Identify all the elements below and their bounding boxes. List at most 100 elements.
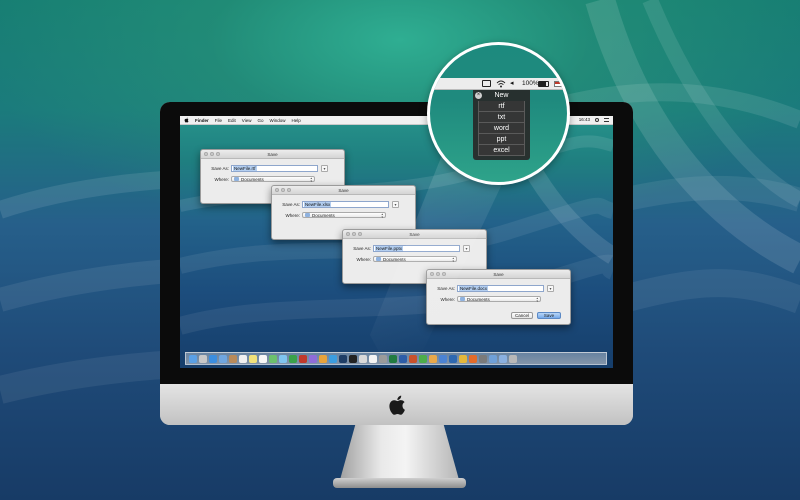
zoom-window-button[interactable] <box>358 232 362 236</box>
photo-booth-icon[interactable] <box>299 354 307 363</box>
launchpad-icon[interactable] <box>199 354 207 363</box>
powerpoint-icon[interactable] <box>409 354 417 363</box>
battery-icon[interactable] <box>538 81 549 87</box>
minimize-window-button[interactable] <box>352 232 356 236</box>
new-word-item[interactable]: word <box>478 123 525 134</box>
excel-icon[interactable] <box>389 354 397 363</box>
location-value: Documents <box>312 212 335 218</box>
close-window-button[interactable] <box>204 152 208 156</box>
ibooks-icon[interactable] <box>319 354 327 363</box>
mail-icon[interactable] <box>219 354 227 363</box>
photoshop-icon[interactable] <box>339 354 347 363</box>
save-dialog-docx: Save Save As: NewFile.docx ▾ Where: Docu… <box>426 269 571 325</box>
filename-field[interactable]: NewFile.xlsx <box>302 201 389 208</box>
utility-icon[interactable] <box>479 354 487 363</box>
menu-app-name[interactable]: Finder <box>195 118 209 123</box>
finder-icon[interactable] <box>189 354 197 363</box>
apple-logo-icon <box>389 395 405 415</box>
close-window-button[interactable] <box>430 272 434 276</box>
new-ppt-item[interactable]: ppt <box>478 134 525 145</box>
notes-icon[interactable] <box>249 354 257 363</box>
cancel-button[interactable]: Cancel <box>511 312 533 319</box>
itunes-icon[interactable] <box>309 354 317 363</box>
new-txt-item[interactable]: txt <box>478 112 525 123</box>
close-menu-icon[interactable]: × <box>475 92 482 99</box>
word-icon[interactable] <box>399 354 407 363</box>
minimize-window-button[interactable] <box>210 152 214 156</box>
firefox-icon[interactable] <box>469 354 477 363</box>
location-popup[interactable]: Documents ▴ ▾ <box>231 176 315 183</box>
terminal-icon[interactable] <box>349 354 357 363</box>
xcode-icon[interactable] <box>449 354 457 363</box>
where-label: Where: <box>214 176 229 182</box>
save-dialog-titlebar[interactable]: Save <box>272 186 415 195</box>
safari-icon[interactable] <box>209 354 217 363</box>
pages-icon[interactable] <box>429 354 437 363</box>
filename-field[interactable]: NewFile.rtf <box>231 165 318 172</box>
menu-window[interactable]: Window <box>270 118 286 123</box>
maps-icon[interactable] <box>269 354 277 363</box>
calendar-icon[interactable] <box>239 354 247 363</box>
location-popup[interactable]: Documents ▴ ▾ <box>457 296 541 303</box>
chrome-icon[interactable] <box>459 354 467 363</box>
documents-icon[interactable] <box>499 354 507 363</box>
facetime-icon[interactable] <box>289 354 297 363</box>
menu-file[interactable]: File <box>215 118 222 123</box>
filename-field[interactable]: NewFile.docx <box>457 285 544 292</box>
zoom-window-button[interactable] <box>287 188 291 192</box>
new-file-menu-header: × New <box>473 90 530 101</box>
new-file-menubar-icon[interactable] <box>482 80 491 87</box>
zoom-window-button[interactable] <box>216 152 220 156</box>
save-button[interactable]: Save <box>537 312 561 319</box>
volume-icon[interactable]: ◂ <box>510 79 514 87</box>
battery-percent: 100% <box>522 80 539 87</box>
numbers-icon[interactable] <box>419 354 427 363</box>
expand-dialog-button[interactable]: ▾ <box>321 165 328 172</box>
flag-icon[interactable] <box>554 81 562 87</box>
menu-clock[interactable]: 16:43 <box>579 117 590 122</box>
minimize-window-button[interactable] <box>281 188 285 192</box>
minimize-window-button[interactable] <box>436 272 440 276</box>
location-popup[interactable]: Documents ▴ ▾ <box>373 256 457 263</box>
wifi-icon[interactable] <box>496 80 506 88</box>
filename-value: NewFile.rtf <box>233 166 257 171</box>
window-controls <box>346 232 362 236</box>
zoom-window-button[interactable] <box>442 272 446 276</box>
new-rtf-item[interactable]: rtf <box>478 101 525 112</box>
contacts-icon[interactable] <box>229 354 237 363</box>
trash-icon[interactable] <box>509 354 517 363</box>
new-excel-item[interactable]: excel <box>478 145 525 156</box>
preview-icon[interactable] <box>359 354 367 363</box>
expand-dialog-button[interactable]: ▾ <box>463 245 470 252</box>
save-dialog-titlebar[interactable]: Save <box>343 230 486 239</box>
save-dialog-titlebar[interactable]: Save <box>427 270 570 279</box>
popup-arrows-icon: ▴ ▾ <box>381 212 383 219</box>
menu-view[interactable]: View <box>242 118 252 123</box>
menu-edit[interactable]: Edit <box>228 118 236 123</box>
menu-go[interactable]: Go <box>257 118 263 123</box>
messages-icon[interactable] <box>279 354 287 363</box>
textedit-icon[interactable] <box>369 354 377 363</box>
apple-menu-icon[interactable] <box>184 117 189 123</box>
save-dialog-titlebar[interactable]: Save <box>201 150 344 159</box>
window-title: Save <box>267 152 278 157</box>
reminders-icon[interactable] <box>259 354 267 363</box>
downloads-icon[interactable] <box>489 354 497 363</box>
system-preferences-icon[interactable] <box>379 354 387 363</box>
window-controls <box>430 272 446 276</box>
location-popup[interactable]: Documents ▴ ▾ <box>302 212 386 219</box>
folder-icon <box>305 213 310 217</box>
app-store-icon[interactable] <box>329 354 337 363</box>
expand-dialog-button[interactable]: ▾ <box>392 201 399 208</box>
new-file-menu: × New rtf txt word ppt excel <box>473 90 530 160</box>
keynote-icon[interactable] <box>439 354 447 363</box>
close-window-button[interactable] <box>346 232 350 236</box>
save-as-label: Save As: <box>437 286 455 291</box>
expand-dialog-button[interactable]: ▾ <box>547 285 554 292</box>
filename-value: NewFile.pptx <box>375 246 404 251</box>
filename-field[interactable]: NewFile.pptx <box>373 245 460 252</box>
spotlight-icon[interactable] <box>595 117 599 122</box>
close-window-button[interactable] <box>275 188 279 192</box>
notification-center-icon[interactable] <box>604 117 609 122</box>
menu-help[interactable]: Help <box>292 118 301 123</box>
